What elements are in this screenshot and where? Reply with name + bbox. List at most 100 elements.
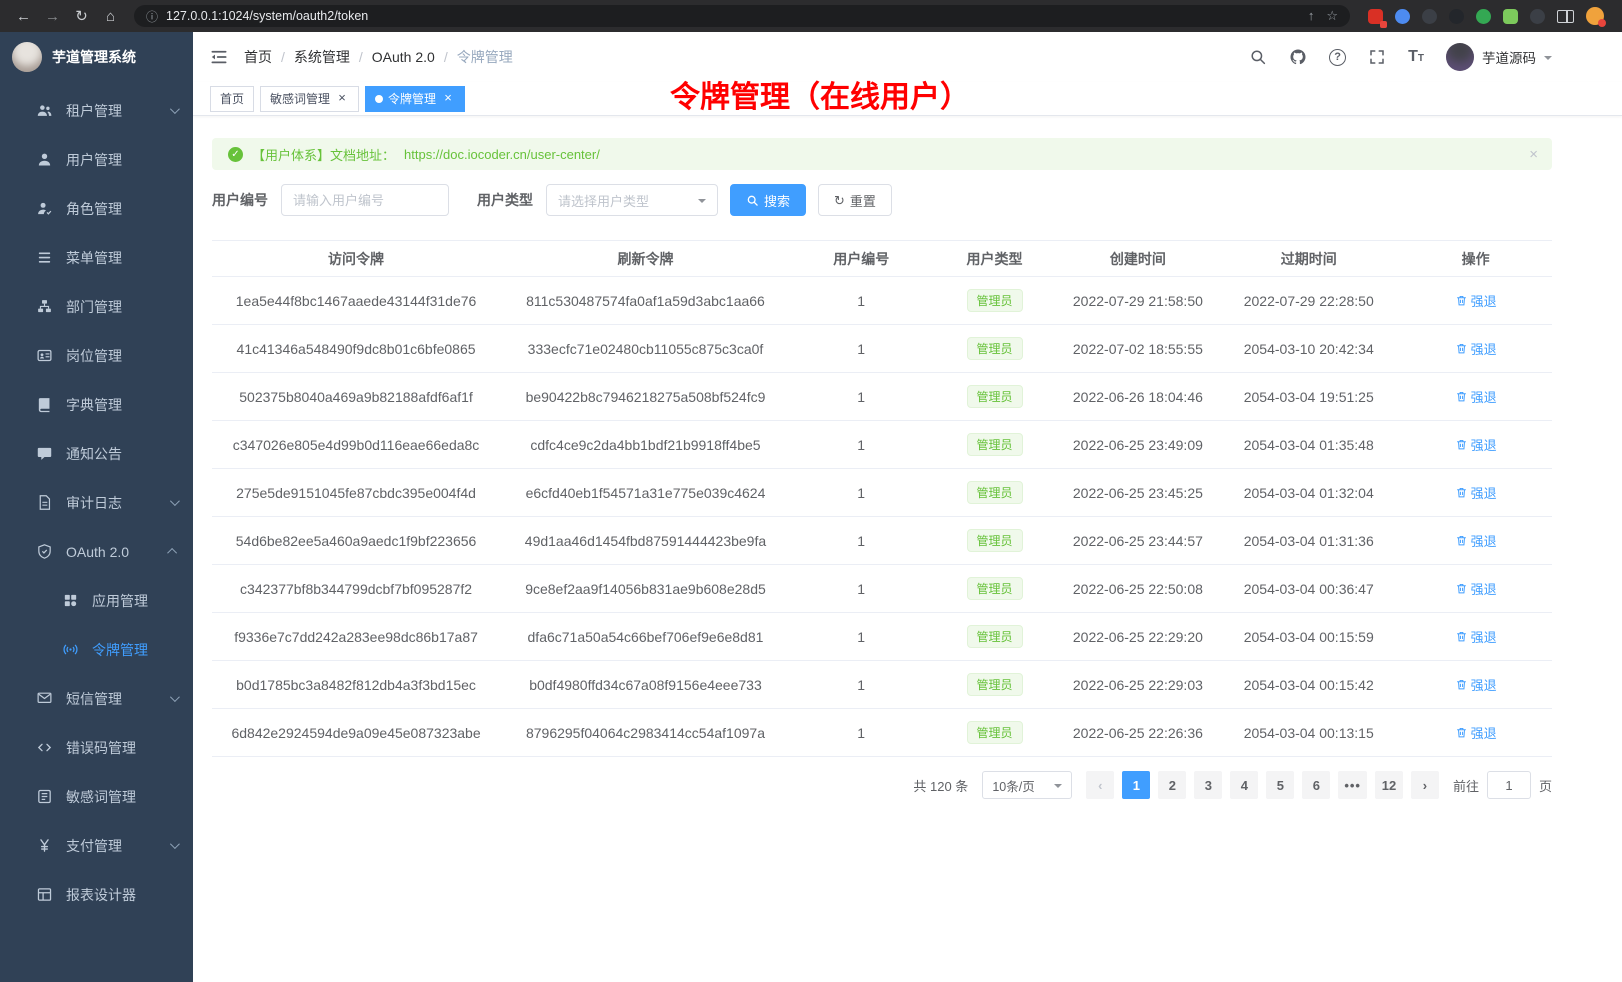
user-type-tag: 管理员 bbox=[967, 433, 1023, 456]
page-button[interactable]: 5 bbox=[1266, 771, 1294, 799]
extension-icon[interactable] bbox=[1530, 9, 1545, 24]
close-icon[interactable]: × bbox=[335, 92, 349, 106]
cell-refresh-token: b0df4980ffd34c67a08f9156e4eee733 bbox=[500, 661, 791, 709]
help-icon[interactable]: ? bbox=[1329, 49, 1346, 66]
page-button[interactable]: 6 bbox=[1302, 771, 1330, 799]
token-table: 访问令牌刷新令牌用户编号用户类型创建时间过期时间操作 1ea5e44f8bc14… bbox=[212, 240, 1552, 757]
sidebar-item-money[interactable]: 支付管理 bbox=[0, 821, 193, 870]
extension-icon[interactable] bbox=[1476, 9, 1491, 24]
breadcrumb-item[interactable]: 首页 bbox=[244, 47, 272, 67]
sidebar-item-sensitive[interactable]: 敏感词管理 bbox=[0, 772, 193, 821]
page-button[interactable]: 1 bbox=[1122, 771, 1150, 799]
force-logout-button[interactable]: 强退 bbox=[1455, 291, 1497, 310]
close-icon[interactable]: × bbox=[441, 92, 455, 106]
sidebar-item-log[interactable]: 审计日志 bbox=[0, 478, 193, 527]
next-page-button[interactable]: › bbox=[1411, 771, 1439, 799]
prev-page-button[interactable]: ‹ bbox=[1086, 771, 1114, 799]
extension-icon[interactable] bbox=[1395, 9, 1410, 24]
force-logout-button[interactable]: 强退 bbox=[1455, 387, 1497, 406]
sidebar-item-auth[interactable]: OAuth 2.0 bbox=[0, 527, 193, 576]
font-size-icon[interactable]: TT bbox=[1408, 49, 1424, 65]
sidebar-item-app[interactable]: 应用管理 bbox=[0, 576, 193, 625]
cell-created-at: 2022-06-25 23:49:09 bbox=[1058, 421, 1219, 469]
goto-unit: 页 bbox=[1539, 776, 1552, 795]
extension-icon[interactable] bbox=[1422, 9, 1437, 24]
reload-icon[interactable]: ↻ bbox=[68, 3, 95, 29]
user-name: 芋道源码 bbox=[1482, 47, 1536, 67]
sidebar-item-message[interactable]: 通知公告 bbox=[0, 429, 193, 478]
sidebar-item-sms[interactable]: 短信管理 bbox=[0, 674, 193, 723]
sidebar-item-peoples[interactable]: 租户管理 bbox=[0, 86, 193, 135]
cell-user-type: 管理员 bbox=[932, 469, 1058, 517]
sidebar-item-report[interactable]: 报表设计器 bbox=[0, 870, 193, 919]
table-row: 1ea5e44f8bc1467aaede43144f31de76811c5304… bbox=[212, 277, 1552, 325]
github-icon[interactable] bbox=[1289, 48, 1307, 66]
cell-access-token: c342377bf8b344799dcbf7bf095287f2 bbox=[212, 565, 500, 613]
tab-item[interactable]: 令牌管理× bbox=[365, 86, 465, 112]
sidebar-item-tree[interactable]: 部门管理 bbox=[0, 282, 193, 331]
force-logout-button[interactable]: 强退 bbox=[1455, 579, 1497, 598]
home-icon[interactable]: ⌂ bbox=[97, 3, 124, 29]
extensions-tray bbox=[1360, 7, 1612, 25]
fullscreen-icon[interactable] bbox=[1368, 48, 1386, 66]
browser-profile-avatar[interactable] bbox=[1586, 7, 1604, 25]
extension-icon[interactable] bbox=[1449, 9, 1464, 24]
user-type-select[interactable]: 请选择用户类型 bbox=[546, 184, 718, 216]
extension-icon[interactable] bbox=[1368, 9, 1383, 24]
breadcrumb-item[interactable]: 系统管理 bbox=[294, 47, 350, 67]
sidebar-item-token[interactable]: 令牌管理 bbox=[0, 625, 193, 674]
force-logout-button[interactable]: 强退 bbox=[1455, 723, 1497, 742]
user-menu[interactable]: 芋道源码 bbox=[1446, 43, 1552, 71]
sidebar-item-user[interactable]: 用户管理 bbox=[0, 135, 193, 184]
page-button[interactable]: 3 bbox=[1194, 771, 1222, 799]
page-size-select[interactable]: 10条/页 bbox=[982, 771, 1072, 799]
search-button[interactable]: 搜索 bbox=[730, 184, 806, 216]
force-logout-button[interactable]: 强退 bbox=[1455, 339, 1497, 358]
force-logout-button[interactable]: 强退 bbox=[1455, 675, 1497, 694]
address-bar[interactable]: ⓘ 127.0.0.1:1024/system/oauth2/token ↑ ☆ bbox=[134, 5, 1350, 27]
tab-item[interactable]: 敏感词管理× bbox=[260, 86, 359, 112]
breadcrumb-separator: / bbox=[444, 49, 448, 65]
page-button[interactable]: 2 bbox=[1158, 771, 1186, 799]
forward-icon[interactable]: → bbox=[39, 3, 66, 29]
alert-text: 【用户体系】文档地址： bbox=[252, 145, 395, 164]
tab-split-icon[interactable] bbox=[1557, 10, 1574, 23]
breadcrumb-item[interactable]: OAuth 2.0 bbox=[372, 49, 435, 65]
sidebar-item-post[interactable]: 岗位管理 bbox=[0, 331, 193, 380]
user-id-input[interactable] bbox=[281, 184, 449, 216]
role-icon bbox=[36, 200, 53, 217]
share-icon[interactable]: ↑ bbox=[1308, 8, 1315, 24]
sidebar-item-list[interactable]: 菜单管理 bbox=[0, 233, 193, 282]
page-button[interactable]: 12 bbox=[1375, 771, 1403, 799]
back-icon[interactable]: ← bbox=[10, 3, 37, 29]
cell-expires-at: 2054-03-04 00:36:47 bbox=[1218, 565, 1399, 613]
more-pages-button[interactable]: ••• bbox=[1338, 771, 1367, 799]
page-button[interactable]: 4 bbox=[1230, 771, 1258, 799]
menu-fold-icon[interactable] bbox=[209, 47, 229, 67]
trash-icon bbox=[1455, 726, 1468, 739]
doc-link[interactable]: https://doc.iocoder.cn/user-center/ bbox=[404, 147, 600, 162]
sidebar-item-dict[interactable]: 字典管理 bbox=[0, 380, 193, 429]
user-type-placeholder: 请选择用户类型 bbox=[558, 191, 649, 210]
search-icon[interactable] bbox=[1249, 48, 1267, 66]
force-logout-button[interactable]: 强退 bbox=[1455, 483, 1497, 502]
tab-item[interactable]: 首页 bbox=[210, 86, 254, 112]
bookmark-star-icon[interactable]: ☆ bbox=[1326, 8, 1338, 24]
force-logout-button[interactable]: 强退 bbox=[1455, 531, 1497, 550]
app-logo[interactable]: 芋道管理系统 bbox=[0, 32, 193, 82]
extension-badge bbox=[1380, 21, 1387, 28]
extension-icon[interactable] bbox=[1503, 9, 1518, 24]
force-logout-button[interactable]: 强退 bbox=[1455, 435, 1497, 454]
site-info-icon[interactable]: ⓘ bbox=[146, 8, 158, 25]
sidebar-item-label: 报表设计器 bbox=[66, 885, 136, 905]
cell-access-token: 275e5de9151045fe87cbdc395e004f4d bbox=[212, 469, 500, 517]
sidebar-item-code[interactable]: 错误码管理 bbox=[0, 723, 193, 772]
reset-button[interactable]: ↻ 重置 bbox=[818, 184, 892, 216]
cell-actions: 强退 bbox=[1399, 421, 1552, 469]
cell-expires-at: 2054-03-04 00:13:15 bbox=[1218, 709, 1399, 757]
goto-page-input[interactable] bbox=[1487, 771, 1531, 799]
force-logout-button[interactable]: 强退 bbox=[1455, 627, 1497, 646]
sidebar-item-role[interactable]: 角色管理 bbox=[0, 184, 193, 233]
alert-close-icon[interactable]: × bbox=[1529, 146, 1538, 163]
chevron-down-icon bbox=[170, 839, 180, 849]
